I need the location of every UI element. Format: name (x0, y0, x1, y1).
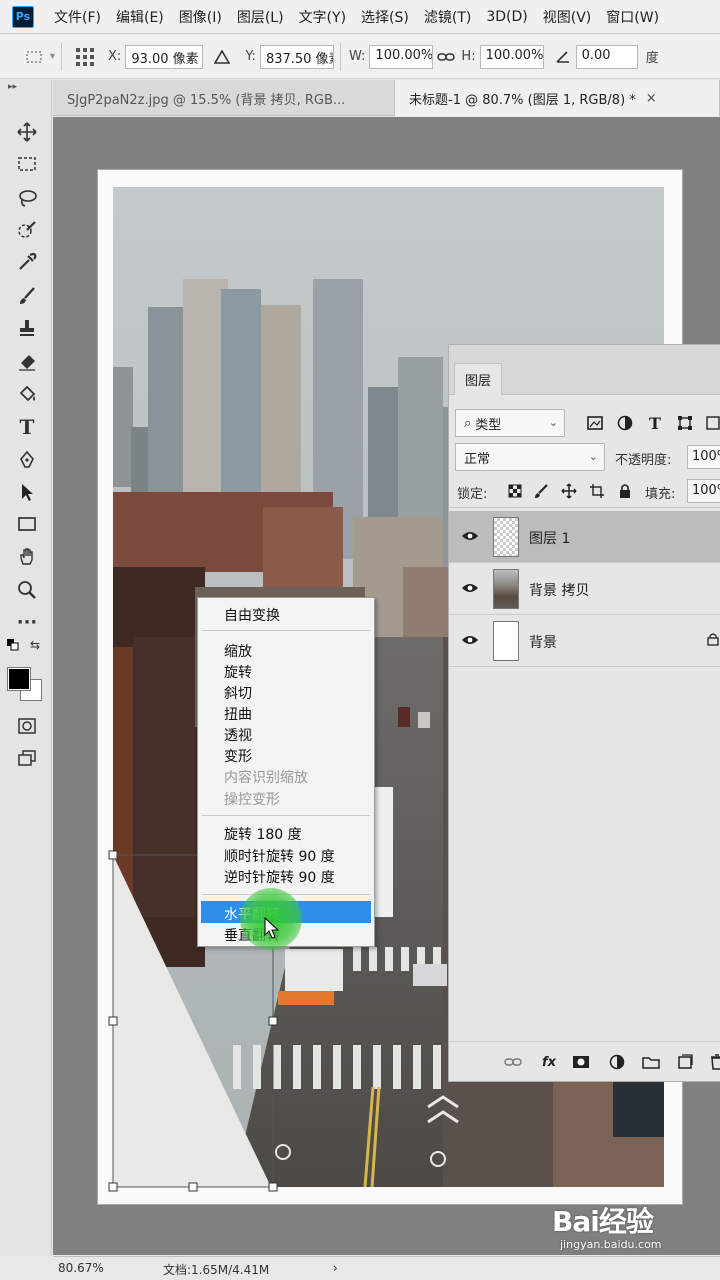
menu-item-rotate-90-ccw[interactable]: 逆时针旋转 90 度 (224, 867, 335, 887)
photoshop-window: Ps 文件(F) 编辑(E) 图像(I) 图层(L) 文字(Y) 选择(S) 滤… (0, 0, 720, 1280)
menu-item-content-aware-scale: 内容识别缩放 (224, 770, 308, 786)
menu-item-puppet-warp: 操控变形 (224, 792, 280, 808)
menu-item-distort[interactable]: 扭曲 (224, 704, 252, 724)
menu-item-scale[interactable]: 缩放 (224, 641, 252, 661)
menu-item-rotate[interactable]: 旋转 (224, 662, 252, 682)
menu-item-rotate-90-cw[interactable]: 顺时针旋转 90 度 (224, 846, 335, 866)
menu-item-rotate-180[interactable]: 旋转 180 度 (224, 824, 302, 844)
watermark-url: jingyan.baidu.com (560, 1238, 662, 1251)
menu-item-warp[interactable]: 变形 (224, 746, 252, 766)
menu-item-skew[interactable]: 斜切 (224, 683, 252, 703)
menu-separator (202, 815, 370, 816)
mouse-cursor-icon (264, 917, 280, 939)
watermark-logo: Bai经验 (552, 1205, 654, 1238)
menu-separator (202, 630, 370, 631)
menu-item-perspective[interactable]: 透视 (224, 725, 252, 745)
baidu-jingyan-watermark: Bai经验 jingyan.baidu.com (552, 1200, 662, 1251)
menu-item-free-transform[interactable]: 自由变换 (224, 605, 280, 625)
